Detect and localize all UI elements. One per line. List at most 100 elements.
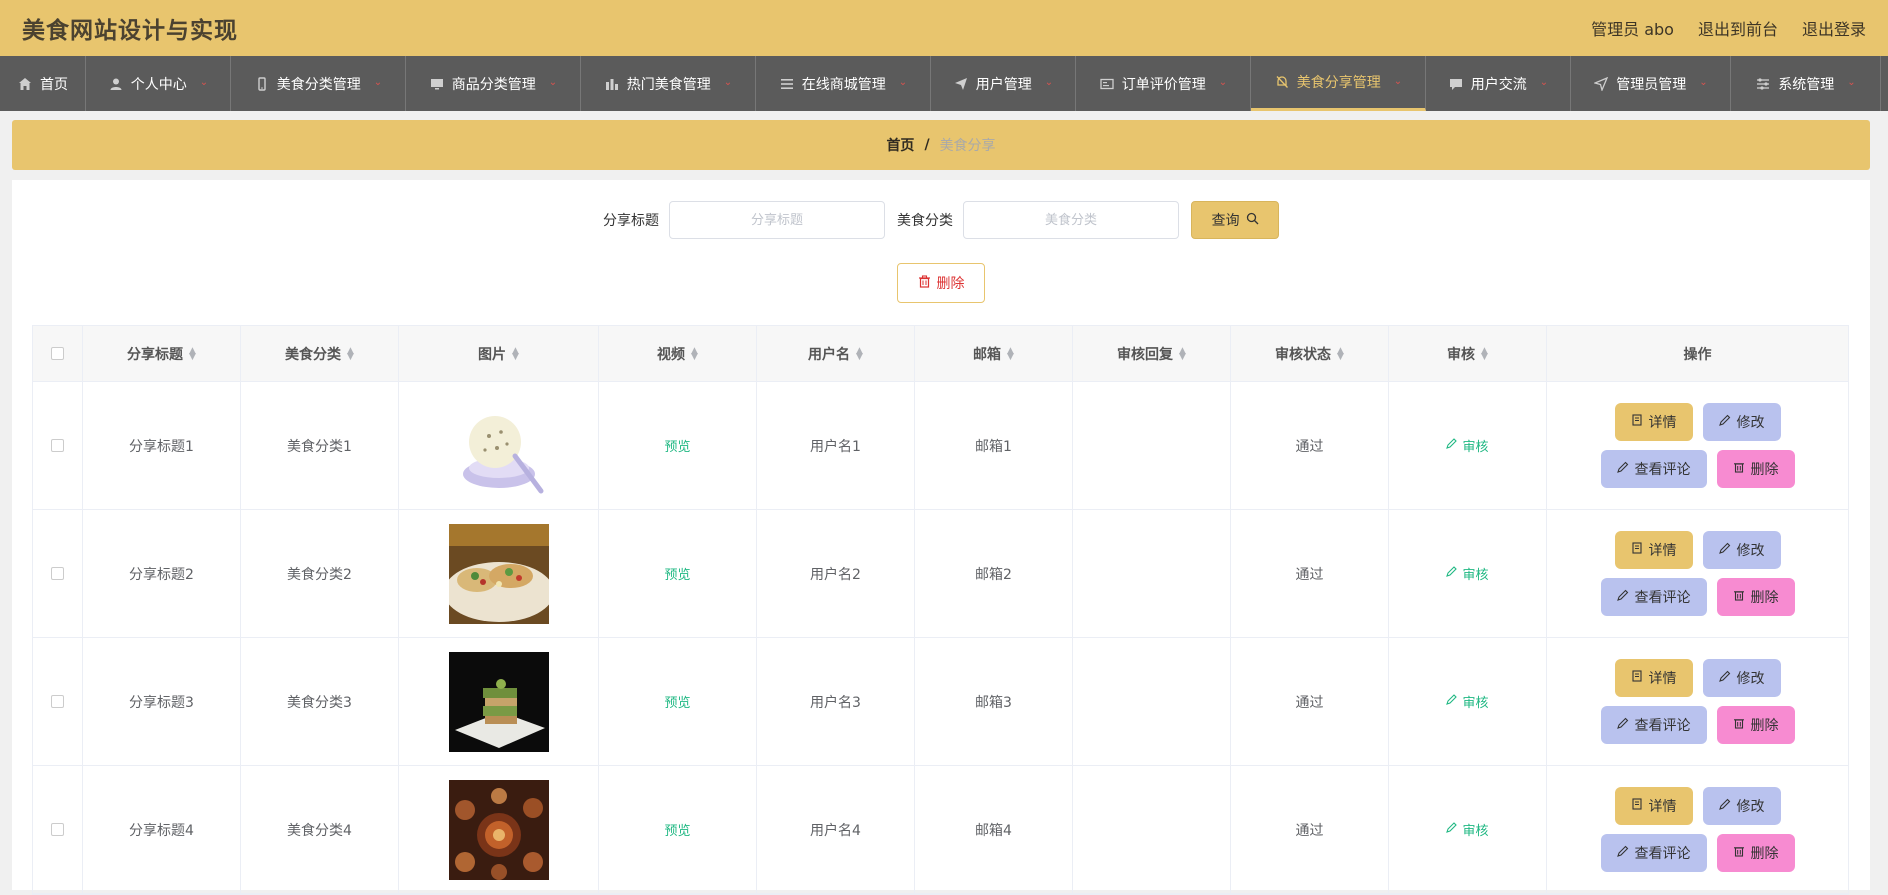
nav-personal-center[interactable]: 个人中心 ⌄ [86, 56, 231, 111]
trash-icon [1733, 845, 1745, 861]
top-links: 管理员 abo 退出到前台 退出登录 [1591, 16, 1866, 40]
sort-icon: ▲ ▼ [1179, 345, 1186, 362]
category-search-input[interactable] [963, 201, 1179, 239]
breadcrumb-home[interactable]: 首页 [886, 135, 914, 155]
nav-user-exchange[interactable]: 用户交流 ⌄ [1426, 56, 1571, 111]
delete-button[interactable]: 删除 [1716, 578, 1795, 616]
view-comments-button[interactable]: 查看评论 [1600, 706, 1707, 744]
video-preview-link[interactable]: 预览 [664, 436, 690, 455]
header-audit[interactable]: 审核 ▲ ▼ [1389, 326, 1547, 381]
header-image[interactable]: 图片 ▲ ▼ [399, 326, 599, 381]
table-row: 分享标题1 美食分类1 预览 用户名1 邮箱1 通过 审核 详情 修改 查看评论… [33, 382, 1848, 510]
query-label: 查询 [1211, 213, 1240, 229]
delete-label: 删除 [1750, 718, 1779, 734]
sort-icon: ▲ ▼ [691, 345, 698, 362]
edit-icon [1616, 845, 1629, 861]
header-username[interactable]: 用户名 ▲ ▼ [757, 326, 915, 381]
status-cell: 通过 [1231, 638, 1389, 765]
detail-button[interactable]: 详情 [1614, 659, 1693, 697]
view-comments-label: 查看评论 [1634, 462, 1691, 478]
chevron-down-icon: ⌄ [1393, 75, 1403, 87]
breadcrumb: 首页 / 美食分享 [12, 120, 1870, 170]
row-checkbox[interactable] [51, 439, 64, 452]
chevron-down-icon: ⌄ [199, 77, 209, 88]
table-row: 分享标题2 美食分类2 预览 用户名2 邮箱2 通过 审核 详情 修改 查看评论… [33, 510, 1848, 638]
audit-link[interactable]: 审核 [1446, 436, 1489, 455]
back-to-front-link[interactable]: 退出到前台 [1698, 16, 1778, 40]
edit-icon [1446, 822, 1458, 837]
email-cell: 邮箱4 [915, 766, 1073, 893]
nav-home[interactable]: 首页 [0, 56, 86, 111]
category-cell: 美食分类4 [241, 766, 399, 893]
delete-button[interactable]: 删除 [1716, 834, 1795, 872]
nav-label: 订单评价管理 [1121, 76, 1206, 93]
nav-product-category[interactable]: 商品分类管理 ⌄ [406, 56, 581, 111]
nav-label: 商品分类管理 [451, 76, 536, 93]
reply-cell [1073, 766, 1231, 893]
edit-icon [1446, 694, 1458, 709]
nav-order-review[interactable]: 订单评价管理 ⌄ [1076, 56, 1251, 111]
bell-off-icon [1274, 74, 1290, 90]
detail-button[interactable]: 详情 [1614, 403, 1693, 441]
delete-button[interactable]: 删除 [1716, 450, 1795, 488]
header-reply[interactable]: 审核回复 ▲ ▼ [1073, 326, 1231, 381]
bulk-delete-button[interactable]: 删除 [897, 263, 985, 303]
document-icon [1631, 414, 1643, 430]
view-comments-button[interactable]: 查看评论 [1600, 834, 1707, 872]
audit-link[interactable]: 审核 [1446, 692, 1489, 711]
header-status[interactable]: 审核状态 ▲ ▼ [1231, 326, 1389, 381]
detail-button[interactable]: 详情 [1614, 787, 1693, 825]
monitor-icon [429, 76, 445, 92]
header-label: 图片 [478, 346, 507, 363]
nav-online-shop[interactable]: 在线商城管理 ⌄ [756, 56, 931, 111]
video-preview-link[interactable]: 预览 [664, 692, 690, 711]
header-label: 操作 [1683, 346, 1712, 363]
header-video[interactable]: 视频 ▲ ▼ [599, 326, 757, 381]
video-preview-link[interactable]: 预览 [664, 820, 690, 839]
table-row: 分享标题3 美食分类3 预览 用户名3 邮箱3 通过 审核 详情 修改 查看评论… [33, 638, 1848, 766]
nav-food-share[interactable]: 美食分享管理 ⌄ [1251, 56, 1426, 111]
table-header: 分享标题 ▲ ▼ 美食分类 ▲ ▼ 图片 ▲ ▼ 视频 ▲ ▼ 用户名 ▲ ▼ 邮箱 ▲ ▼ 审核回复 ▲… [33, 326, 1848, 382]
logout-link[interactable]: 退出登录 [1802, 16, 1866, 40]
edit-button[interactable]: 修改 [1702, 787, 1781, 825]
top-header: 美食网站设计与实现 管理员 abo 退出到前台 退出登录 [0, 0, 1888, 56]
row-checkbox[interactable] [51, 567, 64, 580]
detail-button[interactable]: 详情 [1614, 531, 1693, 569]
nav-system-management[interactable]: 系统管理 ⌄ [1731, 56, 1881, 111]
row-checkbox[interactable] [51, 823, 64, 836]
select-all-checkbox[interactable] [51, 347, 64, 360]
chevron-down-icon: ⌄ [373, 77, 383, 88]
row-checkbox[interactable] [51, 695, 64, 708]
query-button[interactable]: 查询 [1191, 201, 1279, 239]
view-comments-button[interactable]: 查看评论 [1600, 578, 1707, 616]
audit-link[interactable]: 审核 [1446, 564, 1489, 583]
nav-admin-management[interactable]: 管理员管理 ⌄ [1571, 56, 1731, 111]
bulk-actions: 删除 [12, 263, 1870, 303]
header-email[interactable]: 邮箱 ▲ ▼ [915, 326, 1073, 381]
audit-link[interactable]: 审核 [1446, 820, 1489, 839]
edit-icon [1616, 461, 1629, 477]
header-title[interactable]: 分享标题 ▲ ▼ [83, 326, 241, 381]
header-category[interactable]: 美食分类 ▲ ▼ [241, 326, 399, 381]
nav-user-management[interactable]: 用户管理 ⌄ [931, 56, 1076, 111]
video-preview-link[interactable]: 预览 [664, 564, 690, 583]
edit-button[interactable]: 修改 [1702, 531, 1781, 569]
nav-hot-food[interactable]: 热门美食管理 ⌄ [581, 56, 756, 111]
delete-label: 删除 [1750, 590, 1779, 606]
hotpot-image [448, 779, 549, 880]
header-label: 视频 [657, 346, 686, 363]
trash-icon [1733, 589, 1745, 605]
nav-food-category[interactable]: 美食分类管理 ⌄ [231, 56, 406, 111]
app-title: 美食网站设计与实现 [22, 18, 238, 44]
edit-icon [1718, 798, 1731, 814]
actions-cell: 详情 修改 查看评论 删除 [1547, 382, 1848, 509]
edit-button[interactable]: 修改 [1702, 659, 1781, 697]
view-comments-button[interactable]: 查看评论 [1600, 450, 1707, 488]
title-search-input[interactable] [669, 201, 885, 239]
chevron-down-icon: ⌄ [1699, 77, 1708, 88]
sort-icon: ▲ ▼ [189, 345, 196, 362]
table-row: 分享标题4 美食分类4 预览 用户名4 邮箱4 通过 审核 详情 修改 查看评论… [33, 766, 1848, 894]
delete-button[interactable]: 删除 [1716, 706, 1795, 744]
edit-button[interactable]: 修改 [1702, 403, 1781, 441]
delete-label: 删除 [1750, 846, 1779, 862]
